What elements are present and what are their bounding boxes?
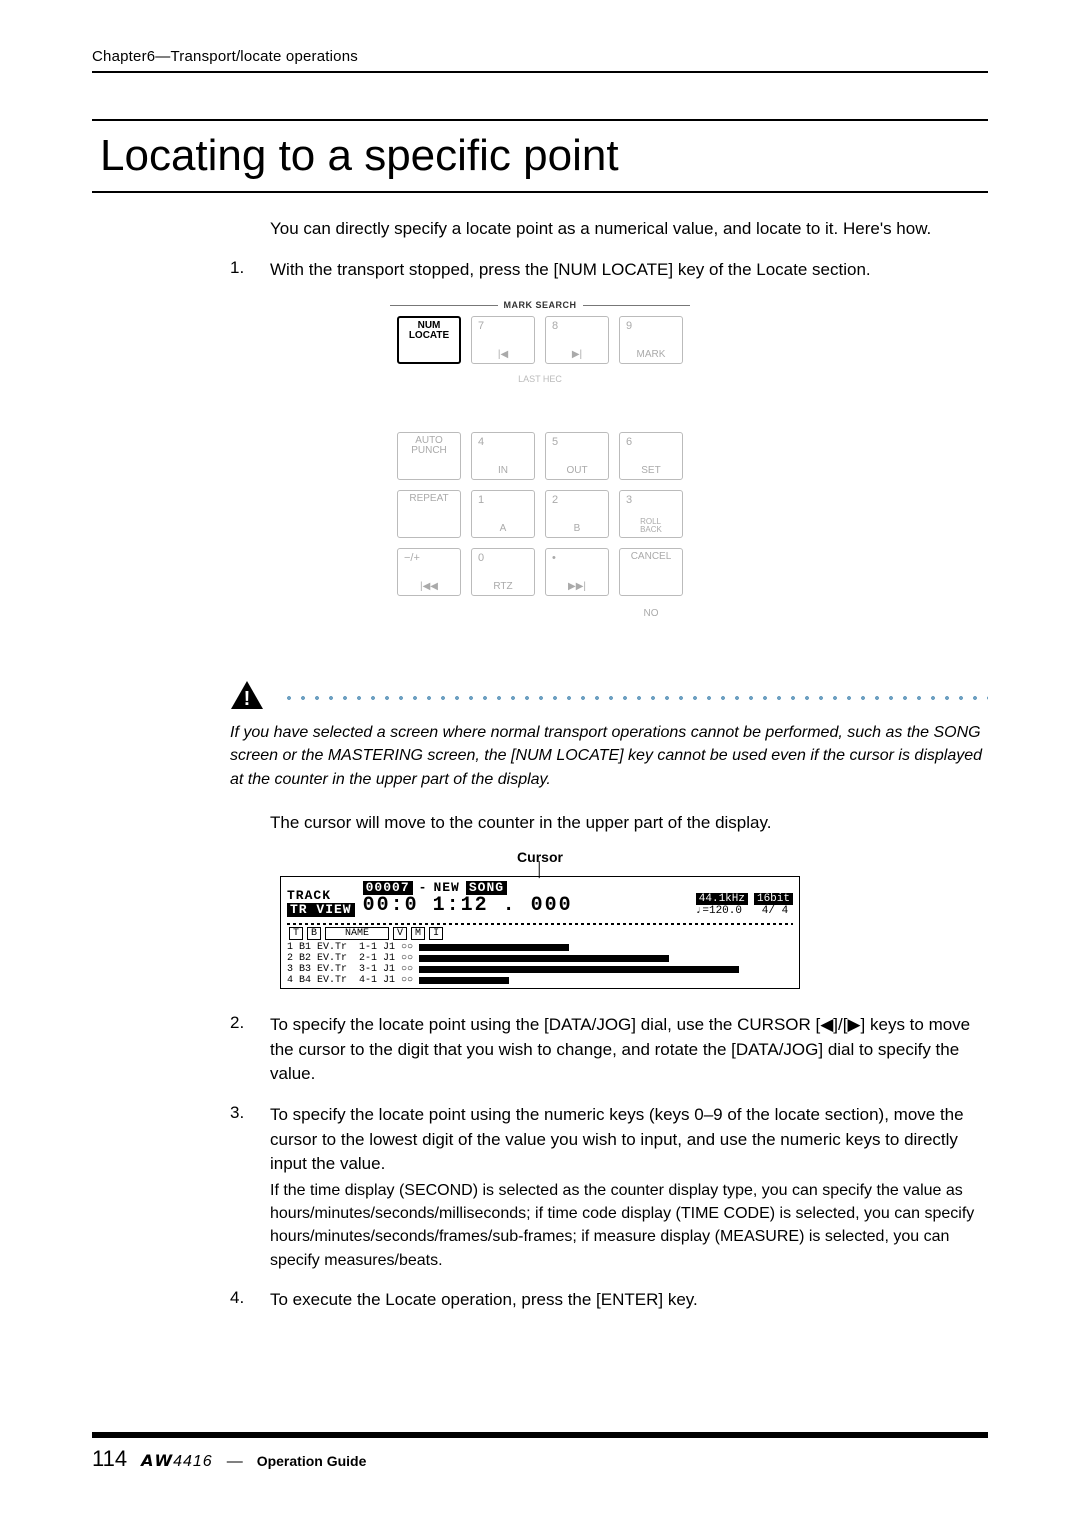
lcd-song-word: SONG bbox=[466, 881, 507, 895]
cursor-arrow-icon: │ bbox=[536, 865, 545, 873]
lcd-bitdepth-badge: 16bit bbox=[754, 893, 793, 905]
repeat-key: REPEAT bbox=[397, 490, 461, 538]
product-name: 𝘼𝙒4416 bbox=[141, 1451, 213, 1471]
warning-text: If you have selected a screen where norm… bbox=[230, 721, 988, 791]
step-1-number: 1. bbox=[230, 258, 256, 283]
key-1: 1A bbox=[471, 490, 535, 538]
warning-dots bbox=[282, 694, 988, 702]
step-3-text: To specify the locate point using the nu… bbox=[270, 1103, 988, 1177]
keypad-figure: MARK SEARCH NUM LOCATE 7|◀ 8▶| 9MARK LAS… bbox=[390, 300, 690, 654]
lcd-track-row: 4 B4 EV.Tr 4-1 J1 ○○ bbox=[287, 975, 793, 986]
key-5: 5OUT bbox=[545, 432, 609, 480]
lcd-samplerate-badge: 44.1kHz bbox=[696, 893, 748, 905]
key-9: 9MARK bbox=[619, 316, 683, 364]
step-1-text: With the transport stopped, press the [N… bbox=[270, 258, 988, 283]
lcd-counter: 00:0 1:12 . 000 bbox=[363, 895, 573, 917]
warning-icon: ! bbox=[230, 680, 264, 715]
lcd-song-id: 00007 bbox=[363, 881, 413, 895]
step-3: 3. To specify the locate point using the… bbox=[230, 1103, 988, 1272]
svg-text:!: ! bbox=[244, 688, 251, 710]
lcd-panel: TRACK TR VIEW 00007 - NEW SONG 00:0 1:12… bbox=[280, 876, 800, 989]
step-2-text: To specify the locate point using the [D… bbox=[270, 1013, 988, 1087]
step-1: 1. With the transport stopped, press the… bbox=[230, 258, 988, 283]
lcd-table-header: TBNAMEVMI bbox=[287, 927, 793, 940]
intro-paragraph: You can directly specify a locate point … bbox=[270, 217, 970, 242]
step-3-subtext: If the time display (SECOND) is selected… bbox=[270, 1179, 988, 1272]
step-2: 2. To specify the locate point using the… bbox=[230, 1013, 988, 1087]
running-head: Chapter6—Transport/locate operations bbox=[92, 48, 988, 73]
key-0: 0RTZ bbox=[471, 548, 535, 596]
after-warning-paragraph: The cursor will move to the counter in t… bbox=[270, 811, 970, 836]
lcd-meter: 4/ 4 bbox=[762, 905, 788, 917]
num-locate-key: NUM LOCATE bbox=[397, 316, 461, 364]
lcd-song-suffix: NEW bbox=[433, 881, 459, 895]
key-7: 7|◀ bbox=[471, 316, 535, 364]
warning-block: ! If you have selected a screen where no… bbox=[230, 680, 988, 791]
keypad-header: MARK SEARCH bbox=[504, 300, 577, 310]
lcd-dash: - bbox=[419, 881, 428, 895]
lcd-tempo: ♩=120.0 bbox=[696, 905, 742, 917]
cancel-key: CANCEL bbox=[619, 548, 683, 596]
auto-punch-key: AUTO PUNCH bbox=[397, 432, 461, 480]
key-8: 8▶| bbox=[545, 316, 609, 364]
key-2: 2B bbox=[545, 490, 609, 538]
page-footer: 114 𝘼𝙒4416 — Operation Guide bbox=[92, 1432, 988, 1472]
enter-key: •▶▶| bbox=[545, 548, 609, 596]
lcd-figure: Cursor │ TRACK TR VIEW 00007 - NEW SONG … bbox=[280, 849, 800, 989]
lcd-track-label: TRACK bbox=[287, 889, 355, 903]
step-4-text: To execute the Locate operation, press t… bbox=[270, 1288, 988, 1313]
footer-guide: Operation Guide bbox=[257, 1453, 367, 1469]
key-4: 4IN bbox=[471, 432, 535, 480]
step-2-number: 2. bbox=[230, 1013, 256, 1087]
lcd-track-row: 1 B1 EV.Tr 1-1 J1 ○○ bbox=[287, 942, 793, 953]
keypad-lasthec: LAST HEC bbox=[471, 374, 609, 386]
page-title: Locating to a speciﬁc point bbox=[92, 119, 988, 193]
key-3: 3ROLL BACK bbox=[619, 490, 683, 538]
lcd-track-row: 2 B2 EV.Tr 2-1 J1 ○○ bbox=[287, 953, 793, 964]
no-label: NO bbox=[619, 606, 683, 654]
footer-sep: — bbox=[227, 1453, 243, 1471]
page-number: 114 bbox=[92, 1446, 127, 1472]
key-6: 6SET bbox=[619, 432, 683, 480]
lcd-track-row: 3 B3 EV.Tr 3-1 J1 ○○ bbox=[287, 964, 793, 975]
rewind-key: −/+|◀◀ bbox=[397, 548, 461, 596]
step-4-number: 4. bbox=[230, 1288, 256, 1313]
lcd-trview-label: TR VIEW bbox=[287, 903, 355, 917]
step-4: 4. To execute the Locate operation, pres… bbox=[230, 1288, 988, 1313]
step-3-number: 3. bbox=[230, 1103, 256, 1272]
